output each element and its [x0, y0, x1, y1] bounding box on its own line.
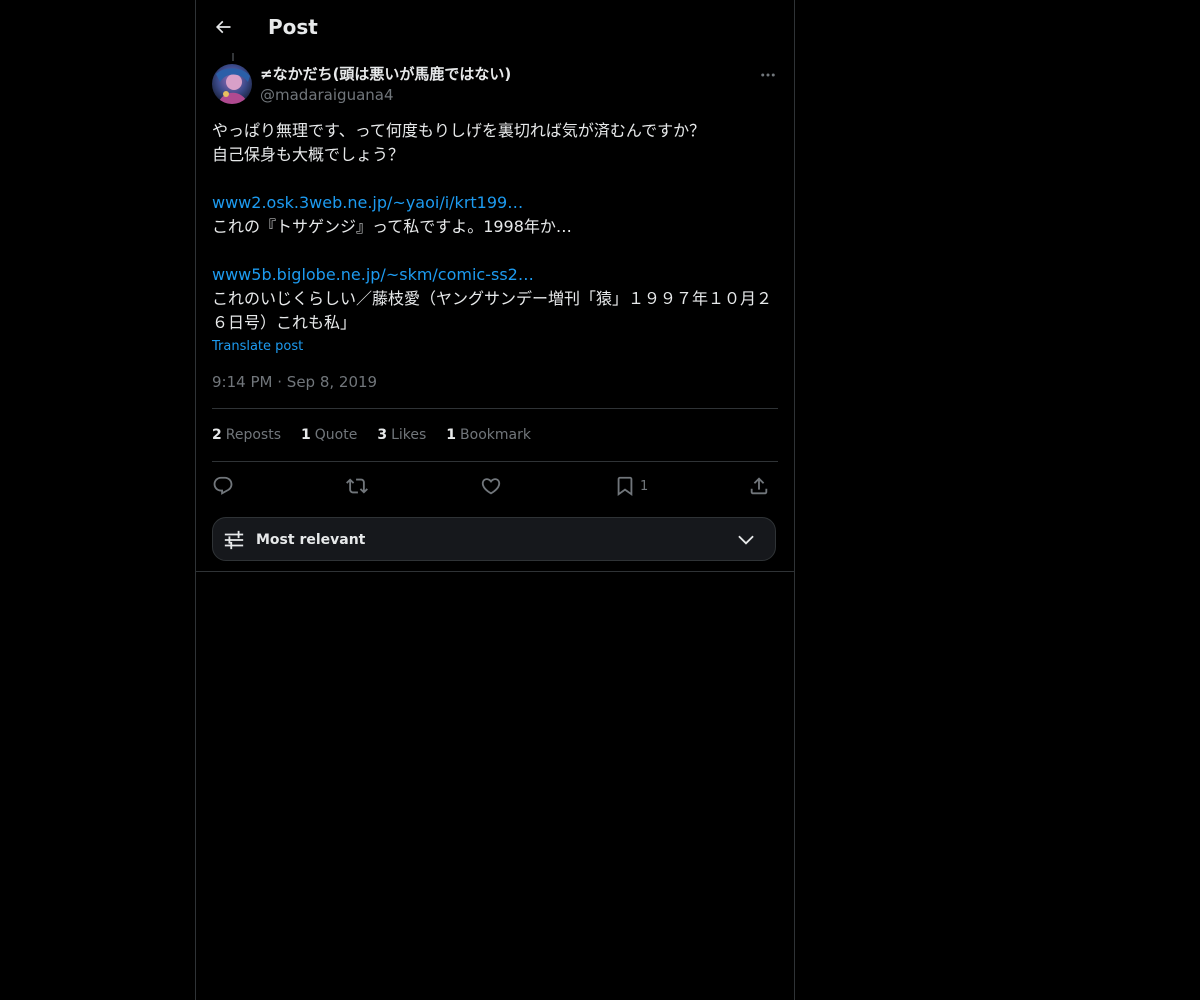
- post-timestamp[interactable]: 9:14 PM · Sep 8, 2019: [212, 372, 377, 392]
- author-handle[interactable]: @madaraiguana4: [260, 85, 394, 105]
- reply-button[interactable]: [212, 470, 234, 502]
- post-link[interactable]: www2.osk.3web.ne.jp/~yaoi/i/krt199…: [212, 193, 523, 212]
- divider: [212, 461, 778, 462]
- bookmarks-stat[interactable]: 1 Bookmark: [446, 425, 531, 445]
- share-button[interactable]: [748, 470, 770, 502]
- more-options-button[interactable]: [756, 64, 780, 86]
- more-horizontal-icon: [761, 73, 775, 77]
- section-divider: [196, 571, 794, 572]
- post-link[interactable]: www5b.biglobe.ne.jp/~skm/comic-ss2…: [212, 265, 534, 284]
- page-title: Post: [268, 15, 318, 39]
- bookmark-count: 1: [640, 478, 649, 494]
- reposts-count: 2: [212, 427, 222, 443]
- post-text-blank-line: [212, 239, 782, 263]
- post-text-line: これのいじくらしい／藤枝愛（ヤングサンデー増刊「猿」１９９７年１０月２６日号）こ…: [212, 289, 773, 332]
- action-bar: 1: [212, 470, 778, 502]
- sort-label: Most relevant: [256, 532, 366, 548]
- likes-count: 3: [377, 427, 388, 443]
- quotes-stat[interactable]: 1 Quote: [301, 425, 357, 445]
- page-header: Post: [196, 0, 794, 53]
- avatar[interactable]: [212, 64, 252, 104]
- post-text: やっぱり無理です、って何度もりしげを裏切れば気が済むんですか？ 自己保身も大概で…: [212, 119, 782, 335]
- like-button[interactable]: [480, 470, 502, 502]
- timestamp-time: 9:14 PM: [212, 373, 273, 391]
- post-stats: 2 Reposts 1 Quote 3 Likes 1 Bookmark: [212, 425, 531, 445]
- avatar-image: [212, 64, 252, 104]
- bookmark-button[interactable]: 1: [614, 470, 648, 502]
- quotes-label: Quote: [314, 427, 358, 443]
- reposts-stat[interactable]: 2 Reposts: [212, 425, 281, 445]
- quotes-count: 1: [301, 427, 311, 443]
- heart-icon: [481, 478, 501, 495]
- bookmarks-label: Bookmark: [460, 427, 531, 443]
- timestamp-date: Sep 8, 2019: [286, 373, 378, 391]
- thread-connector-line: [232, 53, 234, 61]
- repost-icon: [346, 478, 368, 494]
- sliders-icon: [224, 530, 244, 550]
- share-icon: [750, 477, 768, 495]
- reposts-label: Reposts: [225, 427, 281, 443]
- repost-button[interactable]: [346, 470, 368, 502]
- likes-label: Likes: [391, 427, 427, 443]
- post-text-line: やっぱり無理です、って何度もりしげを裏切れば気が済むんですか？: [212, 121, 706, 140]
- post-text-blank-line: [212, 167, 782, 191]
- post-text-line: 自己保身も大概でしょう？: [212, 145, 405, 164]
- author-display-name[interactable]: ≠なかだち(頭は悪いが馬鹿ではない): [260, 64, 511, 84]
- bookmark-icon: [617, 476, 633, 497]
- reply-icon: [213, 476, 233, 495]
- post-column: Post ≠なかだち(頭は悪いが馬鹿ではない) @madaraiguana4 や…: [195, 0, 795, 1000]
- arrow-left-icon: [215, 20, 231, 34]
- timestamp-separator: ·: [277, 373, 283, 391]
- translate-post-link[interactable]: Translate post: [212, 338, 303, 356]
- reply-sort-dropdown[interactable]: Most relevant: [212, 517, 776, 561]
- divider: [212, 408, 778, 409]
- bookmarks-count: 1: [446, 427, 457, 443]
- chevron-down-icon: [738, 535, 754, 545]
- likes-stat[interactable]: 3 Likes: [377, 425, 426, 445]
- back-button[interactable]: [206, 10, 240, 44]
- post-text-line: これの『トサゲンジ』って私ですよ。1998年か…: [212, 217, 572, 236]
